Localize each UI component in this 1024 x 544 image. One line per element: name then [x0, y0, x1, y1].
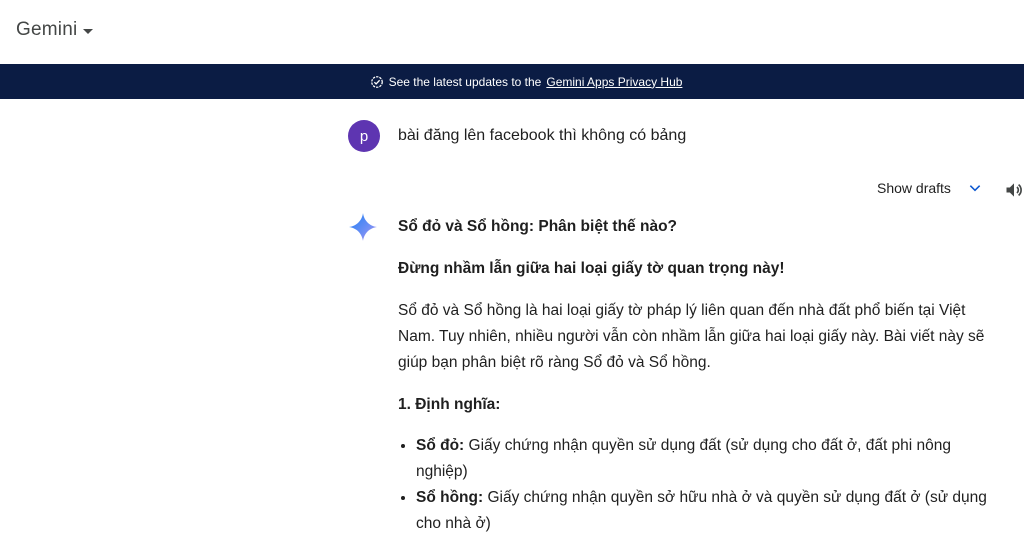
- banner-text: See the latest updates to the: [388, 74, 542, 89]
- list-item-text: Giấy chứng nhận quyền sử dụng đất (sử dụ…: [416, 437, 952, 480]
- speaker-icon[interactable]: [1004, 180, 1024, 200]
- show-drafts-button[interactable]: Show drafts: [877, 180, 983, 196]
- caret-down-icon: [83, 28, 94, 34]
- privacy-banner: See the latest updates to the Gemini App…: [0, 64, 1024, 99]
- response-subtitle: Đừng nhầm lẫn giữa hai loại giấy tờ quan…: [398, 260, 785, 277]
- section-heading: 1. Định nghĩa:: [398, 396, 501, 413]
- user-message-row: p bài đăng lên facebook thì không có bản…: [348, 120, 686, 152]
- list-item-term: Sổ đỏ:: [416, 437, 465, 454]
- user-message: bài đăng lên facebook thì không có bảng: [398, 127, 687, 144]
- list-item-text: Giấy chứng nhận quyền sở hữu nhà ở và qu…: [416, 489, 987, 532]
- show-drafts-label: Show drafts: [877, 180, 951, 196]
- response-title: Sổ đỏ và Sổ hồng: Phân biệt thế nào?: [398, 218, 677, 235]
- definition-list: Sổ đỏ: Giấy chứng nhận quyền sử dụng đất…: [398, 433, 988, 537]
- list-item: Sổ đỏ: Giấy chứng nhận quyền sử dụng đất…: [416, 433, 988, 485]
- top-bar: Gemini: [0, 0, 1024, 64]
- privacy-hub-link[interactable]: Gemini Apps Privacy Hub: [546, 75, 682, 89]
- response-intro: Sổ đỏ và Sổ hồng là hai loại giấy tờ phá…: [398, 302, 985, 371]
- list-item-term: Sổ hồng:: [416, 489, 484, 506]
- avatar[interactable]: p: [348, 120, 380, 152]
- model-switcher[interactable]: Gemini: [16, 19, 94, 41]
- app-title: Gemini: [16, 19, 78, 40]
- check-circle-icon: [370, 75, 384, 89]
- list-item: Sổ hồng: Giấy chứng nhận quyền sở hữu nh…: [416, 485, 988, 537]
- gemini-star-icon: [348, 212, 378, 242]
- chevron-down-icon: [967, 180, 983, 196]
- model-response: Sổ đỏ và Sổ hồng: Phân biệt thế nào? Đừn…: [398, 214, 988, 537]
